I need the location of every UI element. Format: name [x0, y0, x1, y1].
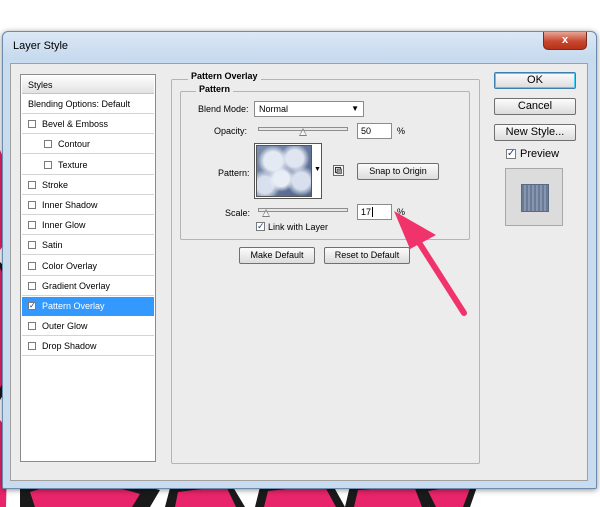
style-item-label: Inner Shadow	[42, 200, 98, 210]
chevron-down-icon: ▼	[351, 104, 359, 113]
checkmark-icon: ✓	[257, 221, 265, 231]
style-item-label: Satin	[42, 240, 63, 251]
style-checkbox[interactable]	[28, 281, 36, 290]
annotation-arrow	[394, 211, 467, 316]
checkmark-icon: ✓	[507, 148, 516, 159]
style-item-pattern-overlay[interactable]: ✓ Pattern Overlay	[22, 297, 154, 316]
style-item-inner-glow[interactable]: Inner Glow	[22, 216, 154, 236]
text-cursor	[372, 207, 374, 217]
window-title: Layer Style	[13, 40, 69, 52]
style-checkbox[interactable]	[28, 261, 36, 270]
make-default-button[interactable]: Make Default	[239, 247, 315, 264]
style-item-bevel-emboss[interactable]: Bevel & Emboss	[22, 115, 154, 135]
style-item-blending-options-default[interactable]: Blending Options: Default	[22, 95, 154, 114]
pattern-overlay-title: Pattern Overlay	[188, 71, 261, 81]
scale-slider[interactable]	[258, 208, 348, 212]
style-checkbox[interactable]	[28, 322, 36, 331]
opacity-value: 50	[361, 126, 372, 136]
style-item-label: Gradient Overlay	[42, 280, 111, 291]
style-item-satin[interactable]: Satin	[22, 236, 154, 256]
blend-mode-label: Blend Mode:	[198, 104, 249, 114]
style-item-contour[interactable]: Contour	[22, 135, 154, 155]
style-item-color-overlay[interactable]: Color Overlay	[22, 257, 154, 276]
scale-slider-thumb[interactable]	[262, 209, 270, 217]
new-style-button[interactable]: New Style...	[494, 124, 576, 141]
pattern-label: Pattern:	[218, 168, 250, 178]
snap-to-origin-button[interactable]: Snap to Origin	[357, 163, 439, 180]
style-item-label: Bevel & Emboss	[42, 119, 109, 130]
style-item-texture[interactable]: Texture	[22, 156, 154, 175]
scale-label: Scale:	[225, 208, 251, 218]
style-item-stroke[interactable]: Stroke	[22, 176, 154, 195]
style-checkbox[interactable]	[28, 221, 36, 230]
ok-button[interactable]: OK	[494, 72, 576, 89]
style-checkbox[interactable]	[28, 342, 36, 351]
style-item-label: Contour	[58, 139, 91, 150]
style-checkbox[interactable]	[44, 160, 52, 169]
scale-value: 17	[361, 207, 372, 217]
style-item-label: Blending Options: Default	[28, 99, 131, 109]
opacity-percent-sign: %	[397, 126, 406, 136]
opacity-slider-thumb[interactable]	[299, 128, 307, 136]
preview-label: Preview	[520, 148, 560, 160]
style-item-inner-shadow[interactable]: Inner Shadow	[22, 196, 154, 215]
style-checkbox[interactable]	[28, 201, 36, 209]
style-item-gradient-overlay[interactable]: Gradient Overlay	[22, 277, 154, 296]
style-checkbox[interactable]	[44, 140, 52, 149]
style-checkbox[interactable]	[28, 120, 36, 129]
link-with-layer-label: Link with Layer	[268, 222, 329, 232]
pattern-picker[interactable]: ▼	[254, 143, 322, 199]
style-item-label: Color Overlay	[42, 260, 98, 271]
style-preview-thumbnail	[505, 168, 563, 226]
cancel-button[interactable]: Cancel	[494, 98, 576, 115]
preview-pattern-square	[521, 184, 549, 212]
style-checkbox[interactable]	[28, 241, 36, 250]
preview-checkbox[interactable]: ✓	[506, 148, 516, 159]
new-preset-icon[interactable]	[333, 165, 344, 176]
opacity-input[interactable]: 50	[357, 123, 392, 139]
close-icon: x	[561, 34, 569, 46]
pattern-swatch[interactable]	[256, 145, 312, 197]
style-item-outer-glow[interactable]: Outer Glow	[22, 317, 154, 337]
style-item-label: Texture	[58, 159, 88, 170]
link-with-layer-checkbox[interactable]: ✓	[256, 221, 265, 231]
style-item-drop-shadow[interactable]: Drop Shadow	[22, 337, 154, 357]
styles-header[interactable]: Styles	[22, 76, 154, 94]
style-checkbox[interactable]	[28, 180, 36, 189]
styles-list: Styles Blending Options: Default Bevel & …	[20, 74, 156, 462]
pattern-group-title: Pattern	[196, 84, 234, 94]
style-item-label: Stroke	[42, 179, 69, 190]
style-item-label: Pattern Overlay	[42, 301, 105, 311]
blend-mode-select[interactable]: Normal ▼	[254, 101, 364, 117]
pattern-dropdown-icon[interactable]: ▼	[314, 166, 321, 173]
style-item-label: Inner Glow	[42, 220, 86, 231]
close-button[interactable]: x	[543, 32, 587, 50]
style-item-label: Outer Glow	[42, 321, 88, 332]
style-item-label: Drop Shadow	[42, 341, 97, 352]
opacity-label: Opacity:	[214, 126, 248, 136]
blend-mode-value: Normal	[259, 104, 289, 114]
title-bar[interactable]: Layer Style x	[3, 32, 596, 60]
style-checkbox[interactable]: ✓	[28, 302, 36, 310]
